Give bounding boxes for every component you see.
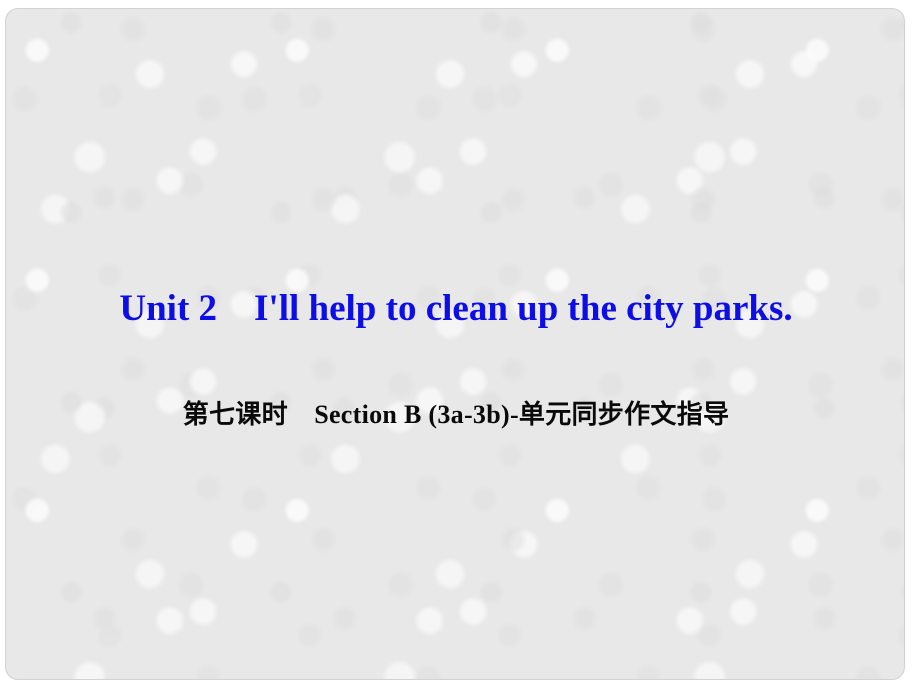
slide-subtitle: 第七课时 Section B (3a-3b)-单元同步作文指导 [182, 400, 730, 429]
presentation-slide: Unit 2 I'll help to clean up the city pa… [0, 0, 920, 690]
slide-content: Unit 2 I'll help to clean up the city pa… [6, 9, 904, 679]
slide-surface: Unit 2 I'll help to clean up the city pa… [5, 8, 905, 680]
slide-title: Unit 2 I'll help to clean up the city pa… [119, 288, 793, 329]
